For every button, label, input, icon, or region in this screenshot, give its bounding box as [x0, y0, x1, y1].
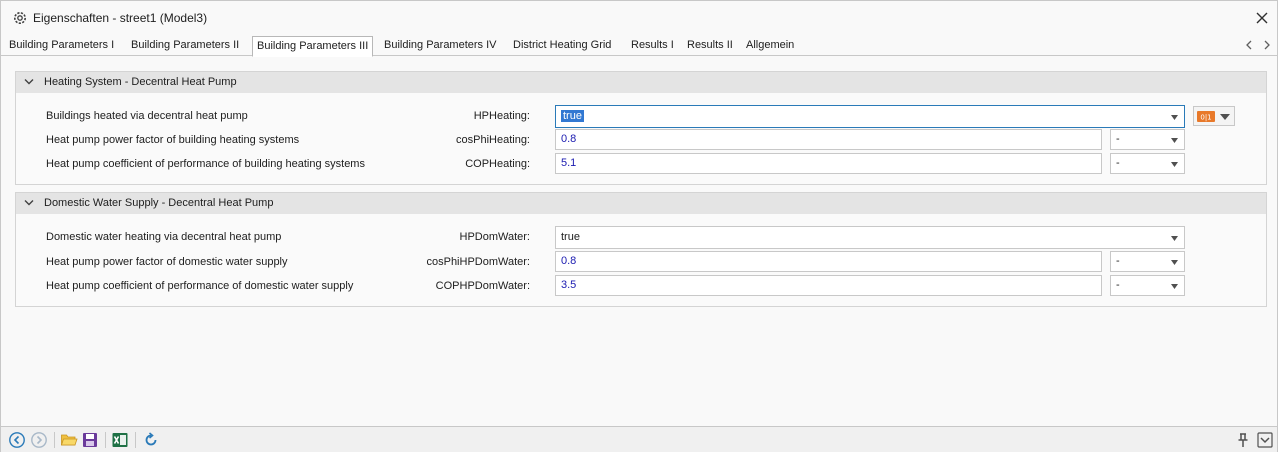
- tab-building-parameters-iii[interactable]: Building Parameters III: [252, 36, 374, 57]
- properties-window: Eigenschaften - street1 (Model3) Buildin…: [0, 0, 1278, 452]
- variable-name: cosPhiHPDomWater:: [426, 256, 530, 268]
- toolbar-separator: [54, 432, 55, 448]
- close-icon[interactable]: [1253, 9, 1271, 27]
- heating-system-group: Heating System - Decentral Heat Pump Bui…: [15, 71, 1267, 185]
- tab-allgemein[interactable]: Allgemein: [742, 37, 798, 56]
- cosphihpdomwater-input[interactable]: 0.8: [555, 251, 1102, 272]
- chevron-down-icon: [1171, 236, 1178, 241]
- input-value: 5.1: [561, 157, 577, 169]
- tab-results-ii[interactable]: Results II: [683, 37, 737, 56]
- formula-icon: 0|1: [1197, 111, 1215, 122]
- tab-scroll-left-icon[interactable]: [1243, 39, 1255, 51]
- hpdomwater-select[interactable]: true: [555, 226, 1185, 249]
- save-icon[interactable]: [81, 431, 99, 449]
- chevron-down-icon: [1171, 162, 1178, 167]
- back-icon[interactable]: [8, 431, 26, 449]
- row-label: Domestic water heating via decentral hea…: [46, 231, 282, 243]
- selected-value: true: [561, 110, 584, 122]
- bottom-toolbar: [1, 426, 1277, 452]
- tab-scroll-right-icon[interactable]: [1261, 39, 1273, 51]
- variable-name: HPDomWater:: [459, 231, 531, 243]
- expand-icon[interactable]: [1256, 431, 1274, 449]
- input-value: 0.8: [561, 255, 577, 267]
- cosphiheating-input[interactable]: 0.8: [555, 129, 1102, 150]
- chevron-down-icon: [1171, 260, 1178, 265]
- chevron-down-icon: [1220, 114, 1230, 120]
- row-label: Heat pump power factor of building heati…: [46, 134, 300, 146]
- row-label: Heat pump coefficient of performance of …: [46, 280, 354, 292]
- chevron-down-icon: [1171, 284, 1178, 289]
- unit-select[interactable]: -: [1110, 153, 1185, 174]
- open-folder-icon[interactable]: [60, 431, 78, 449]
- svg-text:0|1: 0|1: [1200, 114, 1211, 122]
- row-label: Heat pump coefficient of performance of …: [46, 158, 365, 170]
- unit-select[interactable]: -: [1110, 275, 1185, 296]
- pin-icon[interactable]: [1234, 431, 1252, 449]
- unit-select[interactable]: -: [1110, 129, 1185, 150]
- variable-name: HPHeating:: [473, 110, 530, 122]
- unit-value: -: [1116, 279, 1120, 291]
- tab-building-parameters-i[interactable]: Building Parameters I: [5, 37, 118, 56]
- toolbar-separator: [105, 432, 106, 448]
- row-label: Buildings heated via decentral heat pump: [46, 110, 248, 122]
- chevron-down-icon: [1171, 138, 1178, 143]
- group-title: Domestic Water Supply - Decentral Heat P…: [44, 197, 274, 209]
- selected-value: true: [561, 231, 580, 243]
- hpheating-select[interactable]: true: [555, 105, 1185, 128]
- tab-district-heating-grid[interactable]: District Heating Grid: [509, 37, 615, 56]
- refresh-icon[interactable]: [142, 431, 160, 449]
- variable-name: COPHPDomWater:: [435, 280, 530, 292]
- properties-content: Heating System - Decentral Heat Pump Bui…: [5, 57, 1273, 425]
- input-value: 3.5: [561, 279, 577, 291]
- variable-name: cosPhiHeating:: [456, 134, 530, 146]
- domestic-water-group: Domestic Water Supply - Decentral Heat P…: [15, 192, 1267, 307]
- variable-name: COPHeating:: [465, 158, 530, 170]
- group-title: Heating System - Decentral Heat Pump: [44, 76, 237, 88]
- group-header[interactable]: Domestic Water Supply - Decentral Heat P…: [16, 193, 1266, 214]
- unit-value: -: [1116, 255, 1120, 267]
- tab-building-parameters-iv[interactable]: Building Parameters IV: [380, 37, 501, 56]
- group-header[interactable]: Heating System - Decentral Heat Pump: [16, 72, 1266, 93]
- excel-icon[interactable]: [111, 431, 129, 449]
- unit-value: -: [1116, 133, 1120, 145]
- settings-gear-icon: [14, 12, 26, 24]
- title-bar: Eigenschaften - street1 (Model3): [1, 1, 1277, 35]
- chevron-down-icon[interactable]: [1171, 115, 1178, 120]
- chevron-down-icon[interactable]: [24, 199, 34, 207]
- cophpdomwater-input[interactable]: 3.5: [555, 275, 1102, 296]
- window-title: Eigenschaften - street1 (Model3): [33, 11, 208, 25]
- unit-value: -: [1116, 157, 1120, 169]
- forward-icon[interactable]: [30, 431, 48, 449]
- chevron-down-icon[interactable]: [24, 78, 34, 86]
- copheating-input[interactable]: 5.1: [555, 153, 1102, 174]
- tab-building-parameters-ii[interactable]: Building Parameters II: [127, 37, 243, 56]
- tab-results-i[interactable]: Results I: [627, 37, 678, 56]
- tab-strip: Building Parameters I Building Parameter…: [1, 35, 1277, 57]
- input-value: 0.8: [561, 133, 577, 145]
- unit-select[interactable]: -: [1110, 251, 1185, 272]
- row-label: Heat pump power factor of domestic water…: [46, 256, 288, 268]
- formula-dropdown-button[interactable]: 0|1: [1193, 106, 1235, 126]
- toolbar-separator: [135, 432, 136, 448]
